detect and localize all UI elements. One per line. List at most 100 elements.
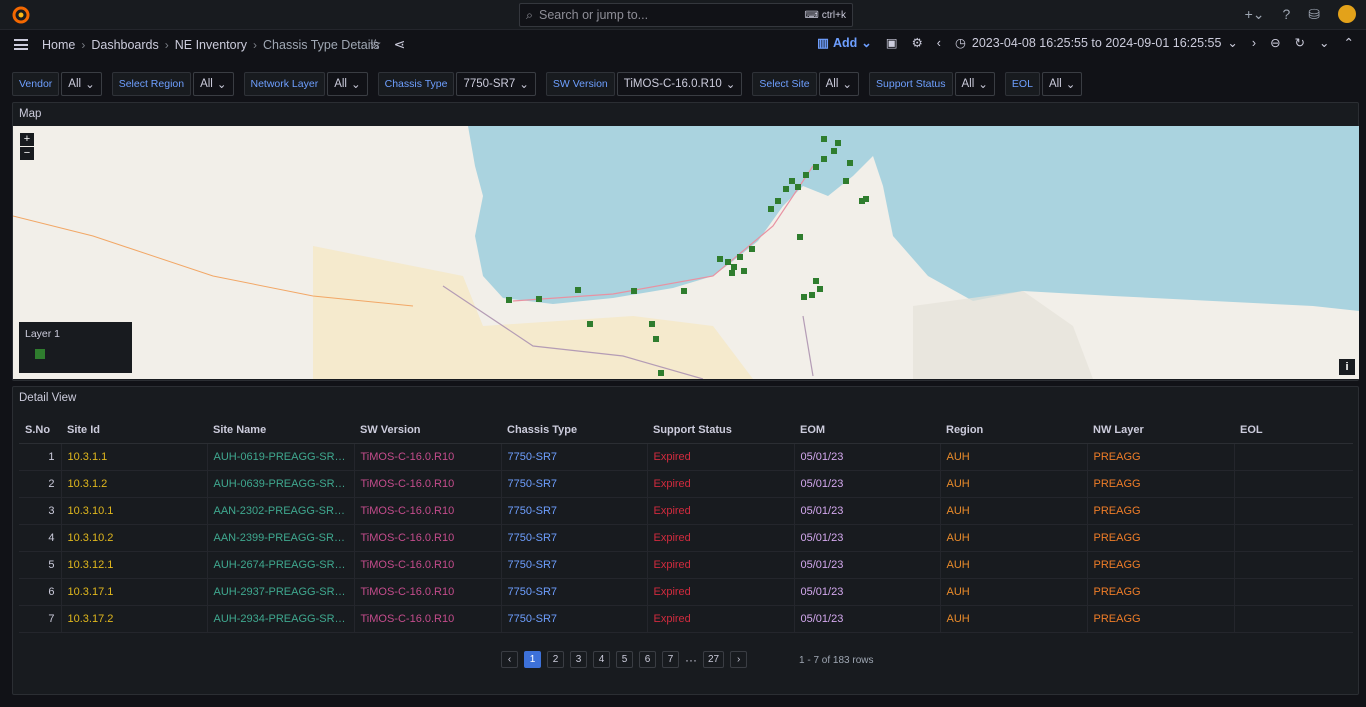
column-header[interactable]: EOM — [794, 417, 940, 444]
cell-support-status: Expired — [647, 524, 795, 552]
column-header[interactable]: S.No — [19, 417, 61, 444]
page-button[interactable]: 4 — [593, 651, 610, 668]
table-row[interactable]: 6 10.3.17.1 AUH-2937-PREAGG-SR7-1 TiMOS-C-1… — [19, 578, 1353, 606]
page-button[interactable]: 7 — [662, 651, 679, 668]
cell-sno: 7 — [19, 605, 62, 633]
cell-site-name: AAN-2399-PREAGG-SR7-1 — [207, 524, 355, 552]
cell-site-name: AAN-2302-PREAGG-SR7-1 — [207, 497, 355, 525]
avatar[interactable] — [1338, 5, 1356, 23]
column-header[interactable]: EOL — [1234, 417, 1353, 444]
cell-eom: 05/01/23 — [794, 551, 941, 579]
var-network-layer: Network Layer All ⌄ — [243, 72, 368, 96]
breadcrumb-folder[interactable]: NE Inventory — [175, 38, 247, 52]
refresh-icon[interactable]: ↻ — [1295, 35, 1305, 50]
var-select[interactable]: All ⌄ — [61, 72, 102, 96]
chevron-down-icon: ⌄ — [350, 79, 361, 91]
share-icon[interactable]: ⋖ — [394, 36, 406, 53]
page-button[interactable]: 2 — [547, 651, 564, 668]
column-header[interactable]: SW Version — [354, 417, 501, 444]
news-feed-icon[interactable]: ⛁ — [1308, 6, 1320, 23]
table-row[interactable]: 2 10.3.1.2 AUH-0639-PREAGG-SR7... TiMOS-C-1… — [19, 470, 1353, 498]
table-row[interactable]: 7 10.3.17.2 AUH-2934-PREAGG-SR7... TiMOS-C-… — [19, 605, 1353, 633]
cell-sno: 4 — [19, 524, 62, 552]
keyboard-icon: ⌨ — [804, 9, 819, 21]
map-canvas — [13, 126, 1359, 379]
cell-chassis-type: 7750-SR7 — [501, 524, 648, 552]
var-label: Chassis Type — [377, 72, 455, 96]
var-select[interactable]: TiMOS-C-16.0.R10 ⌄ — [616, 72, 743, 96]
var-select[interactable]: All ⌄ — [954, 72, 995, 96]
column-header[interactable]: Site Name — [207, 417, 354, 444]
cell-sw-version: TiMOS-C-16.0.R10 — [354, 605, 502, 633]
cell-region: AUH — [940, 551, 1088, 579]
column-header[interactable]: Site Id — [61, 417, 207, 444]
cell-eom: 05/01/23 — [794, 605, 941, 633]
info-button[interactable]: i — [1339, 359, 1355, 375]
clock-icon: ◷ — [954, 36, 966, 50]
breadcrumb-dashboards[interactable]: Dashboards — [91, 38, 158, 52]
chevron-right-icon: › — [164, 38, 169, 52]
cell-sno: 6 — [19, 578, 62, 606]
search-input[interactable]: ⌕ Search or jump to... ⌨ ctrl+k — [519, 3, 853, 27]
column-header[interactable]: Chassis Type — [501, 417, 647, 444]
zoom-out-icon[interactable]: ⊖ — [1270, 35, 1280, 50]
grafana-logo-icon[interactable] — [12, 6, 30, 24]
legend-swatch — [35, 349, 45, 359]
cell-site-id: 10.3.17.1 — [61, 578, 208, 606]
zoom-out-button[interactable]: − — [20, 147, 34, 160]
column-header[interactable]: Region — [940, 417, 1087, 444]
geomap[interactable]: + − Layer 1 i — [13, 126, 1359, 379]
page-button[interactable]: 5 — [616, 651, 633, 668]
var-select[interactable]: All ⌄ — [327, 72, 368, 96]
add-button[interactable]: ▥ Add ⌄ — [817, 35, 872, 51]
detail-table: S.No Site Id Site Name SW Version Chassi… — [19, 417, 1353, 633]
var-vendor: Vendor All ⌄ — [12, 72, 102, 96]
page-button[interactable]: 1 — [524, 651, 541, 668]
var-select[interactable]: 7750-SR7 ⌄ — [456, 72, 536, 96]
cell-site-name: AUH-0619-PREAGG-SR7-1 — [207, 443, 355, 471]
time-back-icon[interactable]: ‹ — [937, 36, 941, 50]
var-select[interactable]: All ⌄ — [193, 72, 234, 96]
new-plus-icon[interactable]: +⌄ — [1245, 6, 1265, 23]
zoom-in-button[interactable]: + — [20, 133, 34, 146]
column-header[interactable]: NW Layer — [1087, 417, 1234, 444]
page-button[interactable]: 6 — [639, 651, 656, 668]
prev-page-button[interactable]: ‹ — [501, 651, 518, 668]
cell-nw-layer: PREAGG — [1087, 605, 1235, 633]
table-row[interactable]: 1 10.3.1.1 AUH-0619-PREAGG-SR7-1 TiMOS-C-16… — [19, 443, 1353, 471]
table-row[interactable]: 5 10.3.12.1 AUH-2674-PREAGG-SR7-1 TiMOS-C-1… — [19, 551, 1353, 579]
page-button[interactable]: 27 — [703, 651, 725, 668]
help-icon[interactable]: ? — [1282, 6, 1290, 22]
page-button[interactable]: 3 — [570, 651, 587, 668]
cell-site-name: AUH-2937-PREAGG-SR7-1 — [207, 578, 355, 606]
table-row[interactable]: 4 10.3.10.2 AAN-2399-PREAGG-SR7-1 TiMOS-C-1… — [19, 524, 1353, 552]
refresh-interval-chevron-icon[interactable]: ⌄ — [1319, 35, 1329, 50]
cell-sw-version: TiMOS-C-16.0.R10 — [354, 524, 502, 552]
cell-support-status: Expired — [647, 578, 795, 606]
detail-view-panel: Detail View S.No Site Id Site Name SW Ve… — [12, 386, 1359, 695]
breadcrumb: Home › Dashboards › NE Inventory › Chass… — [42, 38, 380, 52]
cell-sno: 1 — [19, 443, 62, 471]
cell-chassis-type: 7750-SR7 — [501, 470, 648, 498]
collapse-icon[interactable]: ⌃ — [1344, 35, 1354, 50]
star-icon[interactable]: ☆ — [369, 36, 382, 53]
panel-title: Map — [19, 108, 42, 120]
menu-icon[interactable] — [14, 39, 28, 50]
cell-region: AUH — [940, 578, 1088, 606]
var-select[interactable]: All ⌄ — [818, 72, 860, 96]
table-row[interactable]: 3 10.3.10.1 AAN-2302-PREAGG-SR7-1 TiMOS-C-1… — [19, 497, 1353, 525]
var-select[interactable]: All ⌄ — [1041, 72, 1083, 96]
time-forward-icon[interactable]: › — [1252, 36, 1256, 50]
save-icon[interactable]: ▣ — [886, 35, 898, 50]
var-label: Select Region — [111, 72, 192, 96]
cell-site-name: AUH-2674-PREAGG-SR7-1 — [207, 551, 355, 579]
column-header[interactable]: Support Status — [647, 417, 794, 444]
pagination-ellipsis: ··· — [685, 652, 697, 667]
cell-eol — [1234, 497, 1353, 525]
breadcrumb-home[interactable]: Home — [42, 38, 75, 52]
var-label: Vendor — [12, 72, 60, 96]
next-page-button[interactable]: › — [730, 651, 748, 668]
gear-icon[interactable]: ⚙ — [912, 35, 923, 50]
time-range-picker[interactable]: ◷ 2023-04-08 16:25:55 to 2024-09-01 16:2… — [954, 35, 1238, 51]
cell-nw-layer: PREAGG — [1087, 578, 1235, 606]
